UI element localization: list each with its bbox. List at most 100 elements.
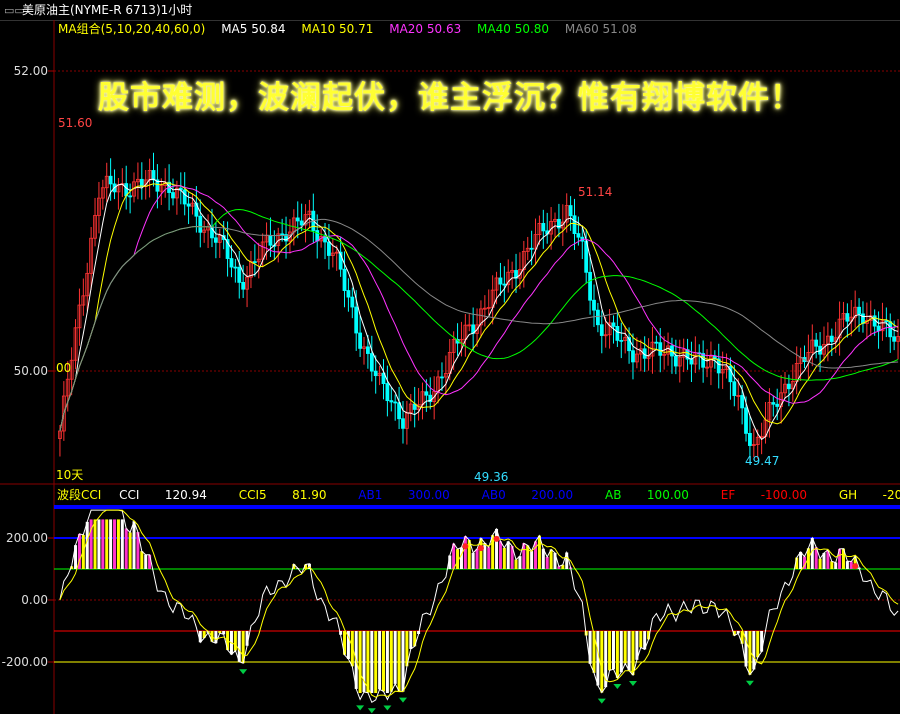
- ab-item: AB 100.00: [605, 488, 689, 502]
- candle-body: [373, 370, 378, 377]
- candle-body: [673, 355, 678, 367]
- candle-body: [295, 217, 300, 222]
- cci-bar: [389, 631, 393, 692]
- cci-bar: [93, 519, 97, 569]
- candle-body: [280, 233, 285, 236]
- cci-bar: [545, 556, 549, 569]
- cci-bar: [378, 631, 382, 690]
- candle-body: [595, 309, 600, 326]
- price-annotation: 10天: [56, 468, 83, 482]
- candle-body: [876, 325, 881, 332]
- cci-bar: [615, 631, 619, 678]
- buy-signal-arrow: [613, 683, 622, 689]
- cci-bar: [475, 548, 479, 569]
- ab0-item: AB0 200.00: [481, 488, 574, 502]
- ma60-value: MA60 51.08: [564, 22, 637, 36]
- candle-body: [701, 353, 706, 368]
- candle-body: [568, 205, 573, 217]
- buy-signal-arrow: [367, 708, 376, 714]
- cci-bar: [752, 631, 756, 670]
- candle-body: [658, 342, 663, 356]
- candle-body: [241, 281, 246, 290]
- candle-body: [775, 403, 780, 407]
- price-tick-label: 52.00: [14, 64, 48, 78]
- cci-bar: [600, 631, 604, 693]
- candle-body: [615, 326, 620, 341]
- candle-body: [529, 247, 534, 250]
- candle-body: [732, 381, 737, 396]
- cci-bar: [830, 561, 834, 569]
- ma40-value: MA40 50.80: [477, 22, 550, 36]
- candle-body: [233, 266, 238, 269]
- candle-body: [689, 358, 694, 365]
- price-annotation: 51.60: [58, 116, 92, 130]
- cci-bar: [834, 562, 838, 569]
- cci-bar: [506, 541, 510, 569]
- candle-body: [814, 339, 819, 347]
- candle-body: [108, 175, 113, 185]
- candle-body: [771, 402, 776, 405]
- candle-body: [327, 241, 331, 256]
- cci-bar: [639, 631, 643, 648]
- cci-bar: [463, 536, 467, 569]
- ma60-line: [59, 218, 899, 432]
- candle-body: [588, 271, 592, 301]
- candle-body: [358, 332, 363, 349]
- candle-body: [299, 220, 304, 226]
- candle-body: [502, 283, 507, 286]
- candle-body: [393, 401, 398, 404]
- cci-bar: [105, 519, 109, 569]
- candle-body: [884, 320, 889, 323]
- candle-body: [369, 353, 374, 372]
- candle-body: [498, 277, 503, 285]
- cci-item: CCI 120.94: [119, 488, 207, 502]
- candle-body: [346, 290, 351, 298]
- cci-bar: [514, 559, 518, 569]
- candle-body: [424, 391, 429, 396]
- candle-body: [740, 395, 745, 409]
- cci-bar: [627, 631, 631, 671]
- ma40-line: [59, 208, 899, 432]
- cci-bar: [799, 551, 803, 569]
- candle-body: [541, 223, 546, 232]
- candle-body: [366, 346, 370, 354]
- cci-bar: [124, 528, 128, 569]
- candle-body: [592, 299, 596, 311]
- buy-signal-arrow: [628, 681, 637, 687]
- cci-bar: [128, 532, 132, 569]
- cci-bar: [487, 547, 491, 569]
- ma5-line: [59, 178, 899, 441]
- cci-legend: 波段CCI CCI 120.94 CCI5 81.90 AB1 300.00 A…: [57, 487, 900, 503]
- cci-tick-label: -200.00: [2, 655, 48, 669]
- ab1-item: AB1 300.00: [358, 488, 450, 502]
- cci-bar: [631, 631, 635, 676]
- candle-body: [389, 400, 394, 403]
- ma20-line: [59, 185, 899, 432]
- cci-bar: [101, 519, 105, 569]
- cci-bar: [381, 631, 385, 692]
- candle-body: [198, 215, 203, 233]
- cci-bar: [374, 631, 378, 693]
- candle-body: [151, 170, 156, 181]
- price-annotation: 49.47: [745, 454, 779, 468]
- cci-bar: [144, 554, 148, 569]
- cci-bar: [526, 545, 530, 569]
- cci-bar: [393, 631, 397, 684]
- candle-body: [237, 266, 242, 283]
- candle-body: [845, 313, 850, 322]
- cci-bar: [518, 556, 522, 569]
- cci-bar: [498, 541, 502, 569]
- cci-bar: [611, 631, 615, 670]
- cci-bar: [491, 535, 495, 569]
- cci-bar: [483, 542, 487, 569]
- buy-signal-arrow: [383, 705, 392, 711]
- cci-bar: [140, 551, 144, 569]
- cci-bar: [459, 547, 463, 569]
- candle-body: [182, 189, 187, 205]
- cci-bar: [502, 547, 506, 569]
- cci-bar: [113, 519, 117, 569]
- cci-bar: [409, 631, 413, 649]
- candle-body: [619, 339, 624, 342]
- candle-body: [631, 350, 635, 363]
- sell-signal-dot: [462, 543, 469, 550]
